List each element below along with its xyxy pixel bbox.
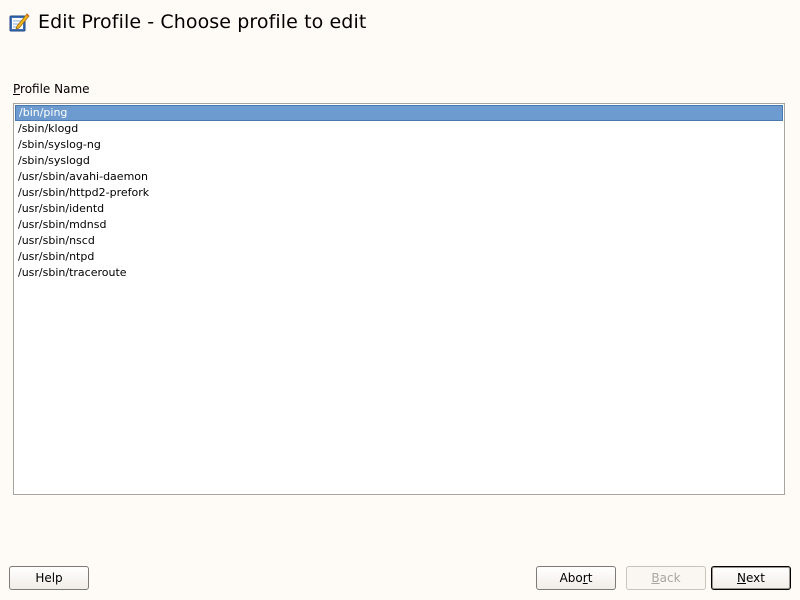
page-title: Edit Profile - Choose profile to edit: [38, 11, 367, 33]
profile-list: /bin/ping/sbin/klogd/sbin/syslog-ng/sbin…: [14, 104, 784, 281]
abort-label-pre: Abo: [559, 571, 583, 585]
list-item[interactable]: /usr/sbin/mdnsd: [15, 217, 783, 233]
list-item[interactable]: /usr/sbin/identd: [15, 201, 783, 217]
list-item[interactable]: /usr/sbin/httpd2-prefork: [15, 185, 783, 201]
next-label-mnemonic: N: [737, 571, 746, 585]
help-button[interactable]: Help: [9, 566, 89, 590]
edit-notepad-icon: [9, 13, 30, 32]
list-item[interactable]: /usr/sbin/nscd: [15, 233, 783, 249]
profile-listbox[interactable]: /bin/ping/sbin/klogd/sbin/syslog-ng/sbin…: [13, 103, 785, 495]
list-item[interactable]: /sbin/klogd: [15, 121, 783, 137]
list-item[interactable]: /usr/sbin/traceroute: [15, 265, 783, 281]
profile-name-label: Profile Name: [13, 82, 90, 97]
label-mnemonic: P: [13, 82, 21, 96]
back-button[interactable]: Back: [626, 566, 706, 590]
next-label-post: ext: [746, 571, 765, 585]
list-item[interactable]: /bin/ping: [15, 105, 783, 121]
label-text: rofile Name: [20, 82, 90, 96]
next-button[interactable]: Next: [711, 566, 791, 590]
back-label-mnemonic: B: [651, 571, 660, 585]
edit-profile-dialog: Edit Profile - Choose profile to edit Pr…: [0, 0, 800, 600]
list-item[interactable]: /usr/sbin/avahi-daemon: [15, 169, 783, 185]
list-item[interactable]: /usr/sbin/ntpd: [15, 249, 783, 265]
list-item[interactable]: /sbin/syslog-ng: [15, 137, 783, 153]
back-label-post: ack: [659, 571, 681, 585]
header: Edit Profile - Choose profile to edit: [8, 8, 366, 36]
abort-button[interactable]: Abo r t: [536, 566, 616, 590]
abort-label-post: t: [587, 571, 593, 585]
list-item[interactable]: /sbin/syslogd: [15, 153, 783, 169]
